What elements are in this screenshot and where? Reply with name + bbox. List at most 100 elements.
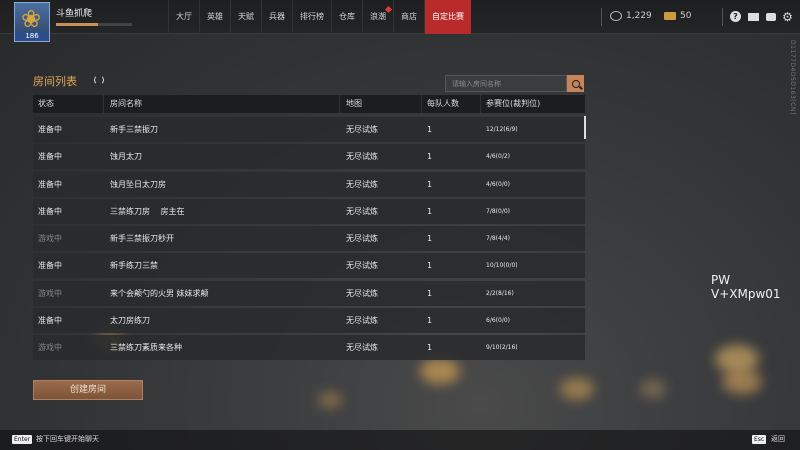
- table-header: 状态 房间名称 地图 每队人数 参赛位(裁判位): [33, 95, 585, 113]
- gold-balance: 50: [664, 11, 691, 21]
- coin-icon: [610, 11, 622, 21]
- mail-icon[interactable]: [748, 11, 759, 22]
- table-row[interactable]: 准备中 三禁练刀房 房主在 无尽试炼 1 7/8(0/0): [33, 198, 585, 224]
- room-status: 准备中: [38, 206, 62, 216]
- search-button[interactable]: [567, 75, 584, 92]
- room-table: 状态 房间名称 地图 每队人数 参赛位(裁判位) 准备中 新手三禁振刀 无尽试炼 1 1…: [33, 95, 585, 361]
- nav-tab[interactable]: 排行榜: [292, 0, 331, 34]
- search-input[interactable]: [445, 75, 567, 92]
- room-map: 无尽试炼: [346, 288, 378, 298]
- column-header-map: 地图: [346, 99, 362, 108]
- notification-badge: [384, 5, 393, 14]
- table-row[interactable]: 游戏中 来个会颠勺的火男 妹妹求颠 无尽试炼 1 2/2(8/16): [33, 280, 585, 306]
- table-row[interactable]: 游戏中 新手三禁振刀秒开 无尽试炼 1 7/8(4/4): [33, 226, 585, 252]
- divider: [480, 95, 481, 113]
- ambient-light: [560, 378, 594, 400]
- table-row[interactable]: 游戏中 三禁练刀素质来各种 无尽试炼 1 9/10(2/16): [33, 335, 585, 361]
- column-header-name: 房间名称: [110, 99, 142, 108]
- back-hint[interactable]: 返回: [771, 435, 785, 444]
- nav-tab[interactable]: 商店: [393, 0, 424, 34]
- ambient-light: [420, 358, 460, 384]
- room-slots: 7/8(0/0): [486, 207, 510, 215]
- nav-tab[interactable]: 兵器: [261, 0, 292, 34]
- room-team-size: 1: [427, 179, 433, 189]
- ambient-light: [722, 370, 762, 394]
- create-room-button[interactable]: 创建房间: [33, 380, 143, 400]
- table-row[interactable]: 准备中 蚀月太刀 无尽试炼 1 4/6(0/2): [33, 144, 585, 170]
- room-name: 蚀月坠日太刀房: [110, 179, 166, 189]
- room-status: 准备中: [38, 152, 62, 162]
- table-row[interactable]: 准备中 蚀月坠日太刀房 无尽试炼 1 4/6(0/0): [33, 171, 585, 197]
- room-name: 新手三禁振刀: [110, 125, 158, 134]
- nav-tab-label: 大厅: [176, 12, 192, 21]
- chat-hint: 按下回车键开始聊天: [36, 435, 99, 443]
- server-code: D1177D4D5D163[CN]: [789, 40, 796, 115]
- room-slots: 10/10(0/0): [486, 262, 518, 270]
- table-row[interactable]: 准备中 新手练刀三禁 无尽试炼 1 10/10(0/0): [33, 253, 585, 279]
- panel-title: 房间列表: [33, 75, 77, 88]
- room-team-size: 1: [427, 152, 433, 162]
- room-slots: 4/6(0/0): [486, 180, 510, 188]
- table-row[interactable]: 准备中 新手三禁振刀 无尽试炼 1 12/12(6/9): [33, 117, 585, 142]
- room-map: 无尽试炼: [346, 343, 378, 353]
- top-bar: ❀ 186 斗鱼抓爬 大厅 英雄 天赋 兵器 排行榜 仓库 浪潮 商店 自定比赛 1,229 5…: [0, 0, 800, 42]
- room-slots: 6/6(0/0): [486, 317, 510, 325]
- room-map: 无尽试炼: [346, 206, 378, 216]
- room-team-size: 1: [427, 343, 433, 353]
- divider: [339, 95, 340, 113]
- nav-tab[interactable]: 自定比赛: [424, 0, 471, 34]
- room-name: 太刀房练刀: [110, 316, 150, 326]
- room-slots: 2/2(8/16): [486, 289, 514, 297]
- room-map: 无尽试炼: [346, 125, 378, 134]
- room-name: 蚀月太刀: [110, 152, 142, 162]
- ambient-light: [640, 380, 666, 398]
- room-map: 无尽试炼: [346, 316, 378, 326]
- nav-tab-label: 浪潮: [370, 12, 386, 21]
- room-status: 准备中: [38, 316, 62, 326]
- nav-tab[interactable]: 浪潮: [362, 0, 393, 34]
- room-name: 新手练刀三禁: [110, 261, 158, 271]
- exp-bar-fill: [56, 23, 98, 26]
- room-slots: 4/6(0/2): [486, 153, 510, 161]
- scrollbar[interactable]: [584, 116, 586, 139]
- room-name: 新手三禁振刀秒开: [110, 234, 174, 244]
- room-name: 三禁练刀房 房主在: [110, 206, 185, 216]
- username: 斗鱼抓爬: [56, 9, 93, 19]
- room-map: 无尽试炼: [346, 261, 378, 271]
- nav-tab-label: 自定比赛: [432, 12, 464, 21]
- coin-amount: 1,229: [626, 11, 652, 21]
- room-team-size: 1: [427, 316, 433, 326]
- nav-tab[interactable]: 英雄: [199, 0, 230, 34]
- bottom-bar: [0, 430, 800, 450]
- divider: [103, 95, 104, 113]
- enter-key: Enter: [12, 435, 33, 444]
- room-slots: 9/10(2/16): [486, 344, 518, 352]
- room-team-size: 1: [427, 234, 433, 244]
- dragon-icon: ❀: [21, 5, 42, 33]
- nav-tab[interactable]: 仓库: [331, 0, 362, 34]
- ambient-light: [715, 345, 759, 373]
- gold-ingot-icon: [664, 12, 676, 20]
- nav-tab[interactable]: 大厅: [168, 0, 199, 34]
- table-row[interactable]: 准备中 太刀房练刀 无尽试炼 1 6/6(0/0): [33, 308, 585, 334]
- chat-icon[interactable]: [765, 11, 776, 22]
- avatar[interactable]: ❀ 186: [14, 2, 50, 42]
- esc-key[interactable]: Esc: [752, 435, 767, 444]
- gear-icon[interactable]: ⚙: [782, 10, 793, 24]
- exp-bar: [56, 23, 132, 26]
- nav-tab-label: 天赋: [238, 12, 254, 21]
- room-map: 无尽试炼: [346, 152, 378, 162]
- room-team-size: 1: [427, 288, 433, 298]
- room-status: 准备中: [38, 261, 62, 271]
- nav-tab[interactable]: 天赋: [230, 0, 261, 34]
- divider: [601, 8, 602, 26]
- room-name: 来个会颠勺的火男 妹妹求颠: [110, 288, 209, 298]
- room-status: 游戏中: [38, 343, 62, 353]
- room-team-size: 1: [427, 125, 433, 134]
- room-status: 游戏中: [38, 234, 62, 244]
- overlay-text: PW V+XMpw01: [711, 273, 781, 301]
- help-icon[interactable]: ?: [730, 11, 741, 22]
- refresh-icon[interactable]: [94, 75, 104, 85]
- room-name: 三禁练刀素质来各种: [110, 343, 182, 353]
- coin-balance: 1,229: [610, 11, 652, 21]
